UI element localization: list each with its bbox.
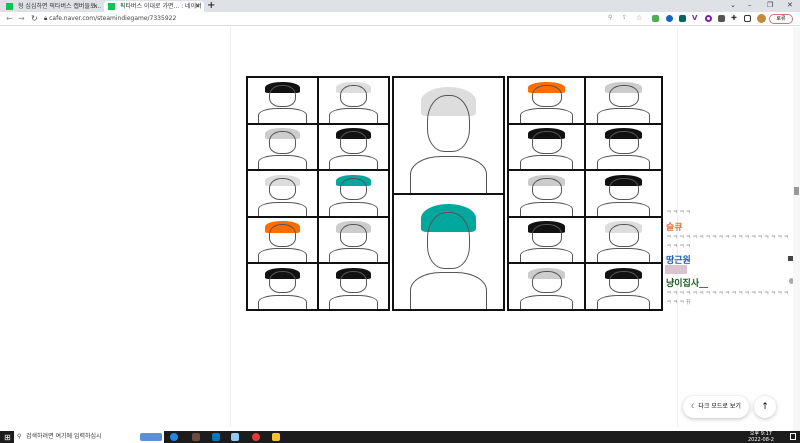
comic-character-drawing — [248, 217, 317, 263]
tab-title: 픽타버스 이대로 가면... : 네이버 — [120, 3, 202, 10]
new-tab-button[interactable]: + — [207, 0, 215, 11]
scrollbar[interactable] — [793, 27, 800, 431]
close-window-button[interactable]: ✕ — [787, 0, 793, 10]
comic-character-drawing — [319, 124, 388, 170]
file-explorer-icon[interactable] — [272, 433, 280, 441]
naver-cafe-favicon-icon — [108, 3, 115, 10]
star-icon[interactable]: ☆ — [636, 14, 642, 22]
windows-start-icon[interactable]: ⊞ — [4, 433, 11, 442]
comic-character-drawing — [394, 78, 503, 193]
chat-text: ㅋㅋㅋㅋ — [666, 209, 693, 216]
comic-character-drawing — [586, 217, 661, 263]
comic-character-drawing — [248, 171, 317, 216]
minecraft-icon[interactable] — [192, 433, 200, 441]
chat-text: ㅋㅋㅋㅋㅋㅋㅋㅋㅋㅋㅋㅋㅋㅋㅋㅋㅋㅋㅋㅋㅋㅋㅋ — [666, 234, 790, 250]
content-divider — [230, 27, 231, 427]
chrome-icon[interactable] — [252, 433, 260, 441]
chat-username[interactable]: 슬큐 — [666, 220, 683, 233]
search-placeholder: 검색하려면 여기에 입력하십시 — [26, 433, 102, 440]
tab-1[interactable]: 형 심심하면 픽타버스 캡버들로... ✕ — [2, 1, 102, 12]
extension-icon[interactable] — [666, 15, 673, 22]
address-bar-row: ← → ↻ 🔒︎ cafe.naver.com/steamindiegame/7… — [0, 12, 800, 26]
scroll-top-button[interactable]: ↑ — [754, 396, 776, 418]
tab-search-icon[interactable]: ⌄ — [730, 0, 736, 10]
comic-character-drawing — [319, 78, 388, 123]
close-icon[interactable]: ✕ — [195, 1, 200, 12]
comic-character-drawing — [319, 171, 388, 216]
url-text: cafe.naver.com/steamindiegame/7335922 — [49, 15, 177, 22]
minimize-button[interactable]: – — [748, 0, 752, 10]
back-icon[interactable]: ← — [6, 14, 13, 23]
comic-character-drawing — [509, 171, 584, 216]
avatar[interactable] — [757, 14, 766, 23]
comic-character-drawing — [586, 124, 661, 170]
comic-panel-center — [392, 76, 505, 311]
tab-2[interactable]: 픽타버스 이대로 가면... : 네이버 ✕ — [104, 1, 204, 12]
scrollbar-thumb[interactable] — [794, 187, 799, 195]
clock[interactable]: 오후 9:17 2022-08-2 — [748, 431, 774, 443]
tab-title: 형 심심하면 픽타버스 캡버들로... — [18, 3, 102, 10]
reload-icon[interactable]: ↻ — [31, 14, 38, 23]
comic-character-drawing — [509, 78, 584, 123]
comic-character-drawing — [248, 78, 317, 123]
app-icon[interactable] — [231, 433, 239, 441]
chat-text: ㅋㅋㅋㅋㅋㅋㅋㅋㅋㅋㅋㅋㅋㅋㅋㅋㅋㅋㅋㅋㅋㅋ뀨 — [666, 290, 790, 306]
notification-icon[interactable] — [790, 433, 796, 440]
taskbar: ⊞ ⚲ 검색하려면 여기에 입력하십시 오후 9:17 2022-08-2 — [0, 431, 800, 443]
edge-icon[interactable] — [170, 433, 178, 441]
comic-character-drawing — [319, 264, 388, 309]
zoom-icon[interactable]: ⚲ — [608, 14, 612, 21]
search-highlight-icon — [140, 433, 162, 441]
tab-bar: 형 심심하면 픽타버스 캡버들로... ✕ 픽타버스 이대로 가면... : 네이… — [0, 0, 800, 12]
chat-username[interactable]: 냥이집사__ — [666, 276, 708, 289]
forward-icon[interactable]: → — [18, 14, 25, 23]
naver-cafe-favicon-icon — [6, 3, 13, 10]
search-icon: ⚲ — [17, 433, 22, 440]
close-icon[interactable]: ✕ — [93, 1, 98, 12]
comic-panel-right — [507, 76, 663, 311]
extension-icon[interactable] — [679, 15, 686, 22]
dark-mode-button[interactable]: ☾ 다크 모드로 보기 — [683, 396, 749, 418]
extension-icon[interactable] — [705, 15, 712, 22]
sidepanel-icon[interactable] — [744, 15, 751, 22]
puzzle-icon[interactable]: ✚ — [731, 14, 737, 22]
comic-character-drawing — [394, 194, 503, 309]
comic-character-drawing — [509, 217, 584, 263]
comic-character-drawing — [509, 264, 584, 309]
url-input[interactable]: 🔒︎ cafe.naver.com/steamindiegame/7335922 — [44, 13, 244, 24]
extension-icon[interactable] — [652, 15, 659, 22]
date: 2022-08-2 — [748, 437, 774, 443]
comic-character-drawing — [586, 264, 661, 309]
emoticon-image — [665, 265, 687, 274]
comic-character-drawing — [319, 217, 388, 263]
comic-character-drawing — [509, 124, 584, 170]
comic-character-drawing — [248, 124, 317, 170]
dark-mode-label: 다크 모드로 보기 — [698, 403, 741, 410]
vscode-icon[interactable] — [212, 433, 220, 441]
comic-character-drawing — [586, 78, 661, 123]
extension-v-icon[interactable]: V — [692, 14, 697, 22]
comic-panel-left — [246, 76, 390, 311]
profile-button[interactable]: 로류 — [769, 14, 793, 24]
comic-character-drawing — [248, 264, 317, 309]
extension-icon[interactable] — [718, 15, 725, 22]
share-icon[interactable]: ⇪ — [622, 14, 627, 21]
maximize-button[interactable]: ❐ — [767, 0, 773, 10]
comic-character-drawing — [586, 171, 661, 216]
